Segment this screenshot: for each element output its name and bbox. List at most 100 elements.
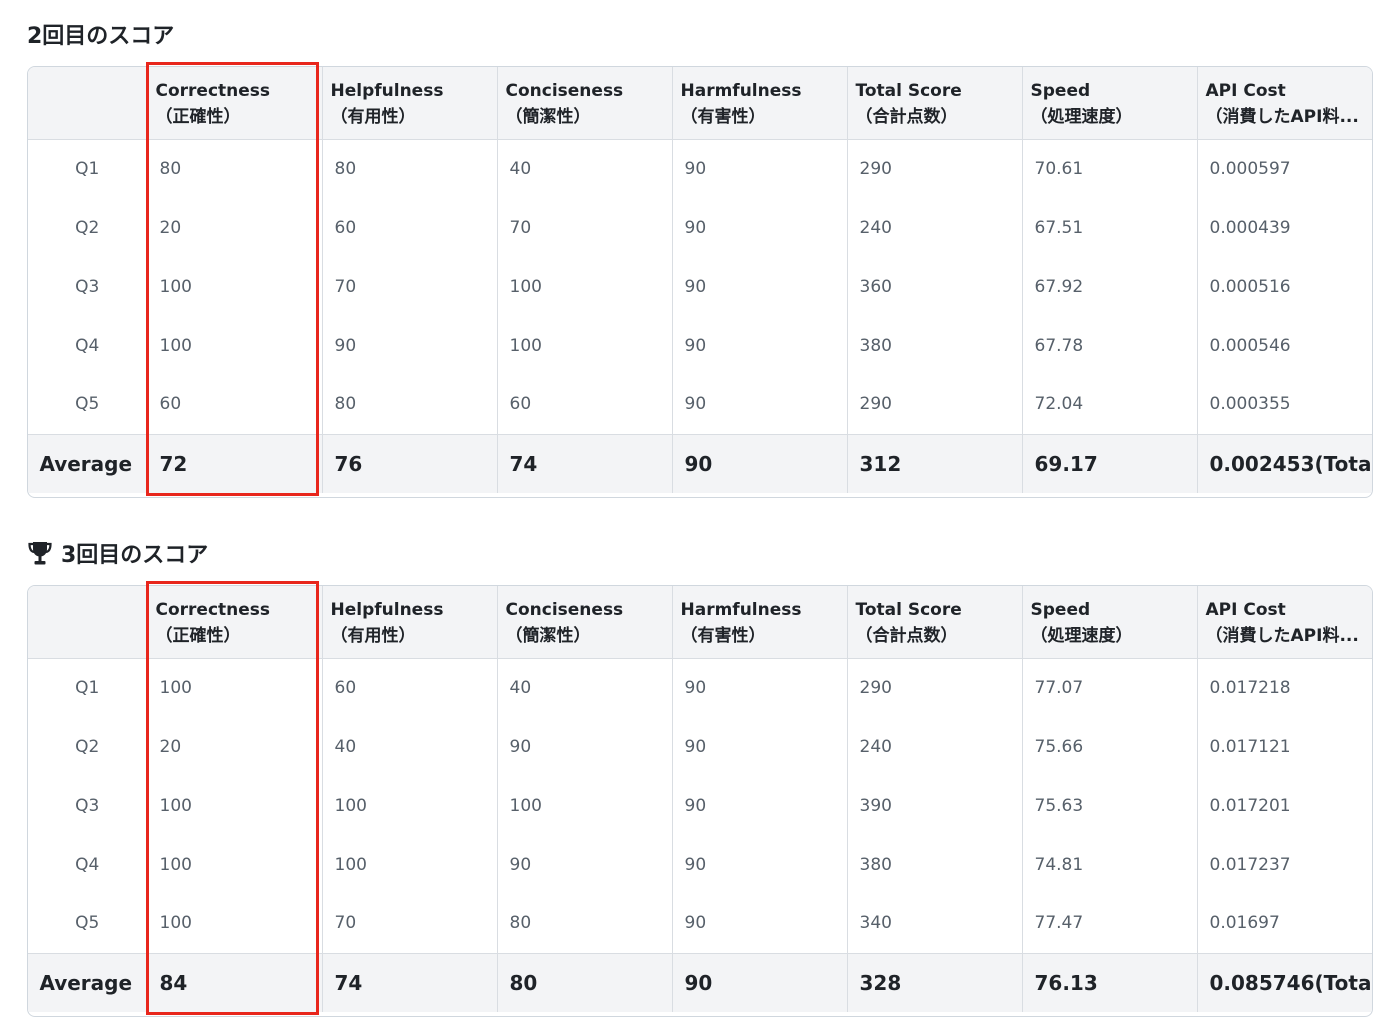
table-header-row: Correctness （正確性） Helpfulness （有用性） Concis…: [28, 67, 1372, 140]
cell-total-score: 290: [846, 658, 1022, 717]
cell-api-cost: 0.000439: [1196, 198, 1372, 257]
table-row: Q5 100 70 80 90 340 77.47 0.01697: [28, 894, 1372, 953]
cell-conciseness: 90: [496, 717, 672, 776]
cell-helpfulness: 100: [321, 776, 497, 835]
header-speed: Speed （処理速度）: [1021, 586, 1197, 659]
cell-correctness: 20: [146, 198, 322, 257]
cell-total-score: 360: [846, 257, 1022, 316]
cell-harmfulness: 90: [671, 139, 847, 198]
cell-speed: 72.04: [1021, 375, 1197, 434]
cell-harmfulness: 90: [671, 658, 847, 717]
row-label: Q5: [75, 913, 100, 934]
cell-harmfulness: 90: [671, 835, 847, 894]
average-correctness: 84: [146, 952, 322, 1012]
average-total-score: 328: [846, 952, 1022, 1012]
cell-conciseness: 70: [496, 198, 672, 257]
cell-harmfulness: 90: [671, 316, 847, 375]
table-row: Q1 80 80 40 90 290 70.61 0.000597: [28, 139, 1372, 198]
cell-correctness: 100: [146, 835, 322, 894]
round2-title: 2回目のスコア: [27, 16, 1371, 52]
round3-section: 3回目のスコア Correctness （正確性） Helpfulness （有用性…: [27, 535, 1373, 1017]
cell-helpfulness: 40: [321, 717, 497, 776]
cell-speed: 74.81: [1021, 835, 1197, 894]
cell-conciseness: 100: [496, 257, 672, 316]
table-row: Q2 20 40 90 90 240 75.66 0.017121: [28, 717, 1372, 776]
header-correctness: Correctness （正確性）: [146, 67, 322, 140]
header-total-score: Total Score （合計点数）: [846, 67, 1022, 140]
row-label: Q2: [75, 217, 100, 238]
cell-harmfulness: 90: [671, 717, 847, 776]
round2-title-text: 2回目のスコア: [27, 24, 175, 49]
cell-correctness: 20: [146, 717, 322, 776]
cell-api-cost: 0.017201: [1196, 776, 1372, 835]
cell-total-score: 390: [846, 776, 1022, 835]
cell-helpfulness: 70: [321, 894, 497, 953]
cell-speed: 75.63: [1021, 776, 1197, 835]
cell-helpfulness: 80: [321, 139, 497, 198]
cell-helpfulness: 70: [321, 257, 497, 316]
header-conciseness: Conciseness （簡潔性）: [496, 586, 672, 659]
cell-total-score: 240: [846, 717, 1022, 776]
row-label: Q3: [75, 795, 100, 816]
average-harmfulness: 90: [671, 952, 847, 1012]
average-label: Average: [28, 952, 147, 1012]
cell-api-cost: 0.000355: [1196, 375, 1372, 434]
header-corner: [28, 67, 147, 140]
cell-api-cost: 0.000516: [1196, 257, 1372, 316]
table-row: Q5 60 80 60 90 290 72.04 0.000355: [28, 375, 1372, 434]
round2-section: 2回目のスコア Correctness （正確性） Helpfulness （有用性…: [27, 16, 1373, 498]
table-row: Q4 100 90 100 90 380 67.78 0.000546: [28, 316, 1372, 375]
table-row: Q3 100 100 100 90 390 75.63 0.017201: [28, 776, 1372, 835]
average-label: Average: [28, 433, 147, 493]
cell-speed: 70.61: [1021, 139, 1197, 198]
header-total-score: Total Score （合計点数）: [846, 586, 1022, 659]
cell-speed: 77.47: [1021, 894, 1197, 953]
average-harmfulness: 90: [671, 433, 847, 493]
average-conciseness: 80: [496, 952, 672, 1012]
cell-speed: 67.92: [1021, 257, 1197, 316]
cell-harmfulness: 90: [671, 198, 847, 257]
average-api-cost: 0.002453(Total): [1196, 433, 1372, 493]
cell-conciseness: 100: [496, 316, 672, 375]
cell-helpfulness: 60: [321, 658, 497, 717]
cell-correctness: 80: [146, 139, 322, 198]
table-header-row: Correctness （正確性） Helpfulness （有用性） Concis…: [28, 586, 1372, 659]
trophy-icon: [28, 542, 52, 565]
header-helpfulness: Helpfulness （有用性）: [321, 67, 497, 140]
header-helpfulness: Helpfulness （有用性）: [321, 586, 497, 659]
cell-api-cost: 0.000546: [1196, 316, 1372, 375]
round2-score-table-wrap: Correctness （正確性） Helpfulness （有用性） Concis…: [27, 66, 1373, 498]
cell-harmfulness: 90: [671, 776, 847, 835]
row-label: Q3: [75, 276, 100, 297]
average-correctness: 72: [146, 433, 322, 493]
header-speed: Speed （処理速度）: [1021, 67, 1197, 140]
cell-conciseness: 100: [496, 776, 672, 835]
average-speed: 76.13: [1021, 952, 1197, 1012]
average-helpfulness: 74: [321, 952, 497, 1012]
cell-conciseness: 40: [496, 139, 672, 198]
cell-total-score: 340: [846, 894, 1022, 953]
cell-api-cost: 0.01697: [1196, 894, 1372, 953]
cell-correctness: 100: [146, 316, 322, 375]
cell-correctness: 100: [146, 658, 322, 717]
round3-score-table: Correctness （正確性） Helpfulness （有用性） Concis…: [28, 586, 1372, 1012]
cell-speed: 67.51: [1021, 198, 1197, 257]
average-row: Average 84 74 80 90 328 76.13 0.085746(T…: [28, 952, 1372, 1012]
average-row: Average 72 76 74 90 312 69.17 0.002453(T…: [28, 433, 1372, 493]
cell-total-score: 290: [846, 139, 1022, 198]
table-row: Q1 100 60 40 90 290 77.07 0.017218: [28, 658, 1372, 717]
table-row: Q4 100 100 90 90 380 74.81 0.017237: [28, 835, 1372, 894]
average-helpfulness: 76: [321, 433, 497, 493]
cell-total-score: 380: [846, 316, 1022, 375]
round3-title: 3回目のスコア: [27, 535, 1371, 571]
table-row: Q2 20 60 70 90 240 67.51 0.000439: [28, 198, 1372, 257]
average-speed: 69.17: [1021, 433, 1197, 493]
row-label: Q1: [75, 677, 100, 698]
header-api-cost: API Cost （消費したAPI料...: [1196, 586, 1372, 659]
cell-harmfulness: 90: [671, 375, 847, 434]
cell-total-score: 290: [846, 375, 1022, 434]
cell-total-score: 240: [846, 198, 1022, 257]
cell-conciseness: 80: [496, 894, 672, 953]
cell-helpfulness: 90: [321, 316, 497, 375]
cell-correctness: 100: [146, 257, 322, 316]
